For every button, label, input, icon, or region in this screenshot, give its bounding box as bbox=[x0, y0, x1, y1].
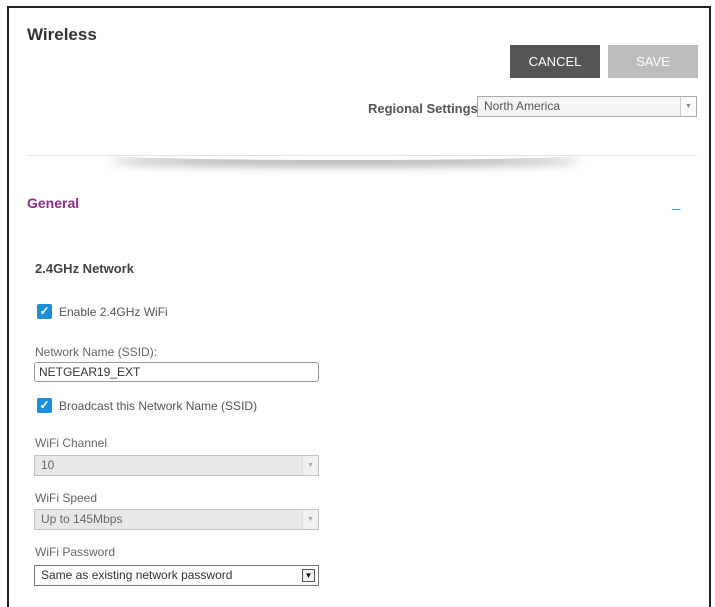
regional-settings-value: North America bbox=[484, 99, 561, 113]
wifi-channel-select[interactable]: 10 ▼ bbox=[34, 455, 319, 476]
wifi-password-value: Same as existing network password bbox=[41, 568, 233, 582]
wifi-password-label: WiFi Password bbox=[35, 545, 116, 559]
ssid-label: Network Name (SSID): bbox=[35, 345, 158, 359]
wifi-speed-select[interactable]: Up to 145Mbps ▼ bbox=[34, 509, 319, 530]
chevron-down-icon: ▼ bbox=[302, 569, 315, 582]
regional-settings-select[interactable]: North America ▼ bbox=[477, 96, 697, 117]
cancel-button[interactable]: CANCEL bbox=[510, 45, 600, 78]
wifi-speed-label: WiFi Speed bbox=[35, 491, 98, 505]
wifi-channel-value: 10 bbox=[41, 458, 55, 472]
section-title-general: General bbox=[27, 195, 80, 211]
chevron-down-icon: ▼ bbox=[680, 97, 696, 116]
check-icon: ✓ bbox=[39, 398, 50, 412]
save-button[interactable]: SAVE bbox=[608, 45, 698, 78]
divider bbox=[27, 155, 697, 156]
ssid-input[interactable] bbox=[34, 362, 319, 382]
wifi-channel-label: WiFi Channel bbox=[35, 436, 108, 450]
enable-wifi-checkbox[interactable]: ✓ bbox=[37, 304, 52, 319]
chevron-down-icon: ▼ bbox=[302, 456, 318, 475]
regional-settings-label: Regional Settings: bbox=[368, 101, 483, 116]
wifi-password-select[interactable]: Same as existing network password ▼ bbox=[34, 565, 319, 586]
wifi-speed-value: Up to 145Mbps bbox=[41, 512, 123, 526]
broadcast-ssid-checkbox[interactable]: ✓ bbox=[37, 398, 52, 413]
check-icon: ✓ bbox=[39, 304, 50, 318]
collapse-section-button[interactable]: _ bbox=[672, 194, 680, 211]
page-title: Wireless bbox=[27, 25, 97, 44]
subsection-title: 2.4GHz Network bbox=[35, 261, 134, 276]
broadcast-ssid-label: Broadcast this Network Name (SSID) bbox=[59, 399, 258, 413]
chevron-down-icon: ▼ bbox=[302, 510, 318, 529]
enable-wifi-label: Enable 2.4GHz WiFi bbox=[59, 305, 168, 319]
